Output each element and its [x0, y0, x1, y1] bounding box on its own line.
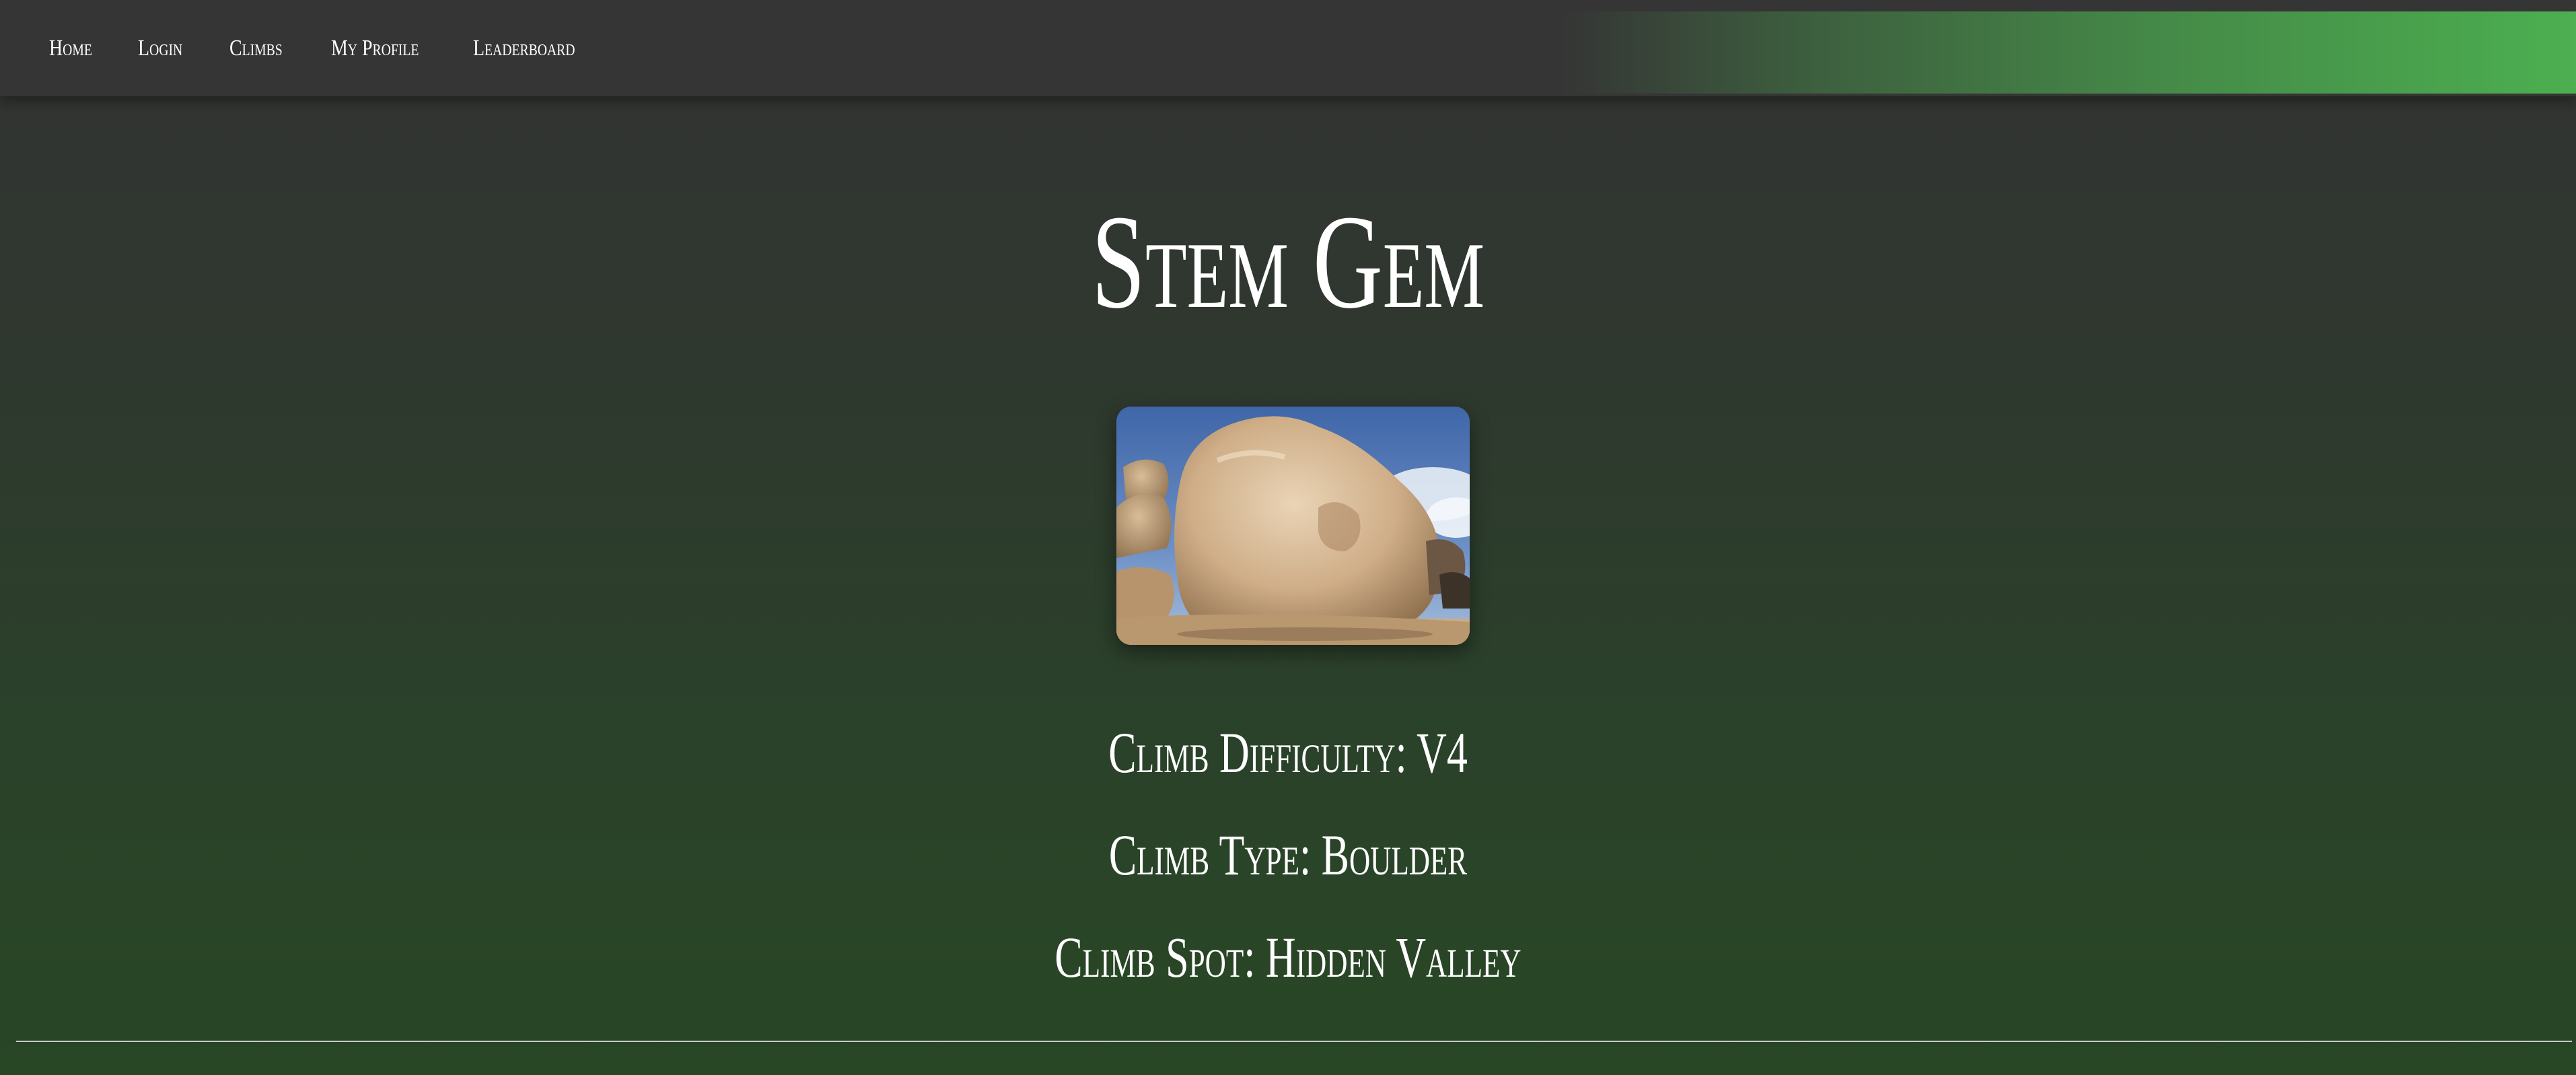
boulder-photo-icon	[1116, 407, 1470, 645]
nav-links: Home Login Climbs My Profile Leaderboard	[0, 0, 646, 96]
nav-link-home[interactable]: Home	[49, 36, 92, 61]
nav-link-my-profile[interactable]: My Profile	[331, 36, 419, 61]
nav-link-leaderboard[interactable]: Leaderboard	[473, 36, 575, 61]
climb-difficulty: Climb Difficulty: V4	[1108, 720, 1468, 785]
footer-divider	[16, 1041, 2572, 1042]
climb-photo	[1116, 407, 1470, 645]
navbar-accent-gradient	[1561, 11, 2576, 94]
top-navbar: Home Login Climbs My Profile Leaderboard	[0, 0, 2576, 96]
climb-spot: Climb Spot: Hidden Valley	[1054, 925, 1522, 990]
climb-title: Stem Gem	[1091, 188, 1485, 337]
climb-type: Climb Type: Boulder	[1108, 823, 1468, 887]
nav-link-climbs[interactable]: Climbs	[229, 36, 283, 61]
nav-link-login[interactable]: Login	[138, 36, 182, 61]
